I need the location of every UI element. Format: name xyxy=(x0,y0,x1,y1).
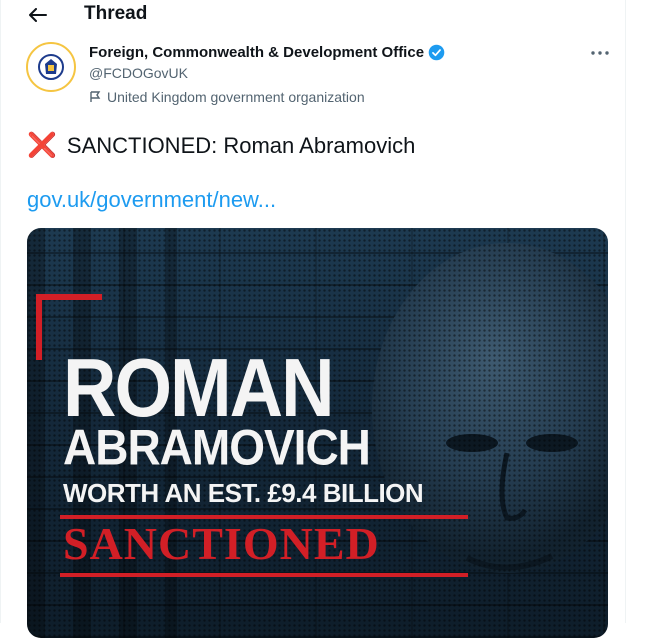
left-divider xyxy=(0,0,1,623)
headline-worth: WORTH AN EST. £9.4 BILLION xyxy=(63,478,424,508)
author-name[interactable]: Foreign, Commonwealth & Development Offi… xyxy=(89,44,424,61)
more-options-icon xyxy=(591,51,609,55)
arrow-left-icon xyxy=(29,8,47,22)
royal-crest-icon xyxy=(38,54,64,80)
back-button[interactable] xyxy=(24,2,52,28)
author-row: Foreign, Commonwealth & Development Offi… xyxy=(89,44,445,61)
thread-header: Thread xyxy=(0,0,626,30)
affiliation-text: United Kingdom government organization xyxy=(107,89,365,105)
sanctioned-stamp: SANCTIONED xyxy=(63,518,380,569)
tweet-link[interactable]: gov.uk/government/new... xyxy=(27,187,276,213)
cross-mark-icon: ❌ xyxy=(27,132,57,159)
author-handle[interactable]: @FCDOGovUK xyxy=(89,65,188,81)
government-flag-icon xyxy=(90,91,101,102)
more-options-button[interactable] xyxy=(588,44,612,62)
headline-last-name: ABRAMOVICH xyxy=(63,419,371,476)
verified-badge-icon xyxy=(428,44,445,61)
tweet-body: SANCTIONED: Roman Abramovich xyxy=(66,132,416,158)
tweet-image[interactable]: ROMAN ABRAMOVICH WORTH AN EST. £9.4 BILL… xyxy=(27,228,608,638)
affiliation-label: United Kingdom government organization xyxy=(89,89,365,105)
right-divider xyxy=(625,0,626,623)
avatar[interactable] xyxy=(26,42,76,92)
stamp-bottom-line xyxy=(60,573,468,577)
tweet-text: ❌ SANCTIONED: Roman Abramovich xyxy=(27,131,415,160)
page-title: Thread xyxy=(84,3,148,24)
